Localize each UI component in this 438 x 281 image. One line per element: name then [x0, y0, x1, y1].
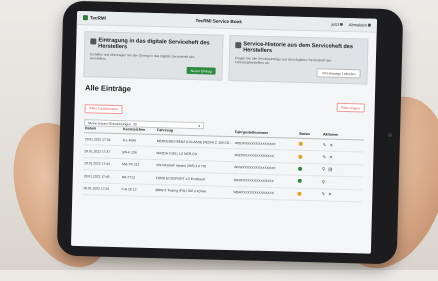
book-icon: [90, 38, 97, 45]
service-history-description: Fragen Sie alle Serviceeinträge aus dem …: [234, 56, 332, 66]
logout-icon: [367, 23, 371, 27]
user-icon: [339, 22, 343, 26]
row-plate: NR-7712: [120, 170, 155, 185]
row-date: 28.01.2022 17:24: [82, 182, 121, 196]
camera-icon: [387, 133, 393, 138]
user-name: jetzt: [331, 21, 339, 27]
logout-button[interactable]: Abmelden: [349, 22, 371, 28]
row-plate: MG-TN 212: [120, 158, 156, 172]
logout-label: Abmelden: [348, 22, 367, 28]
tablet-frame: TecRMI TecRMI Service Book jetzt Abmelde…: [56, 0, 404, 265]
row-plate: K-B 2K 12: [120, 183, 155, 197]
entries-table: Datum Kennzeichen Fahrzeug Fahrgestellnu…: [82, 124, 365, 202]
x-icon[interactable]: ✕: [329, 142, 333, 147]
row-date: 29.01.2022 17:34: [83, 132, 122, 147]
row-vin: WBAXXXXXXXXXXXXXXX: [232, 186, 297, 201]
status-pending-icon: [298, 154, 303, 159]
new-entry-title: Eintragung in das digitale Serviceheft d…: [98, 37, 210, 51]
chevron-down-icon: ▾: [198, 123, 201, 128]
status-done-icon: [298, 166, 303, 171]
row-vehicle: BMW 3 Touring (F31) 320 d xDrive: [154, 184, 233, 199]
pencil-icon[interactable]: ✎: [322, 154, 326, 159]
app-logo[interactable]: TecRMI: [82, 15, 107, 21]
tecrmi-logo-icon: [82, 15, 89, 21]
select-value: Meine letzten Entwicklungen: 30: [88, 120, 137, 127]
row-date: 28.01.2022 17:37: [83, 145, 122, 159]
row-plate: BN-K 226: [121, 146, 156, 160]
history-book-icon: [235, 42, 242, 49]
row-plate: K-L 4656: [121, 133, 156, 147]
reset-filter-button[interactable]: Filter zurücksetzen: [84, 103, 124, 114]
pencil-icon[interactable]: ✎: [321, 192, 325, 197]
vin-query-button[interactable]: VIN-Anzeige / Abrufen: [316, 68, 361, 79]
user-menu[interactable]: jetzt: [331, 21, 343, 27]
document-icon[interactable]: ▤: [328, 167, 332, 172]
x-icon[interactable]: ✕: [328, 192, 332, 197]
logo-text: TecRMI: [89, 15, 107, 21]
show-filter-button[interactable]: Filter zeigen: [336, 102, 365, 113]
magnifier-icon[interactable]: ⚲: [322, 167, 325, 172]
row-date: 28.01.2022 17:46: [82, 169, 121, 184]
new-entry-button[interactable]: Neuer Eintrag: [186, 66, 216, 75]
status-pending-icon: [297, 191, 302, 196]
app-title: TecRMI Service Book: [195, 18, 242, 25]
service-history-title: Service-Historie aus dem Serviceheft des…: [243, 41, 354, 55]
app-screen: TecRMI TecRMI Service Book jetzt Abmelde…: [70, 10, 378, 254]
status-pending-icon: [298, 141, 303, 147]
row-date: 28.01.2022 17:44: [82, 157, 122, 171]
magnifier-icon[interactable]: ⚲: [322, 179, 325, 184]
new-entry-description: Erstellen und übertragen Sie den Eintrag…: [89, 52, 195, 62]
new-entry-panel: Eintragung in das digitale Serviceheft d…: [83, 31, 224, 81]
status-done-icon: [297, 179, 302, 184]
x-icon[interactable]: ✕: [329, 155, 333, 160]
service-history-panel: Service-Historie aus dem Serviceheft des…: [228, 34, 369, 85]
pencil-icon[interactable]: ✎: [323, 142, 327, 147]
